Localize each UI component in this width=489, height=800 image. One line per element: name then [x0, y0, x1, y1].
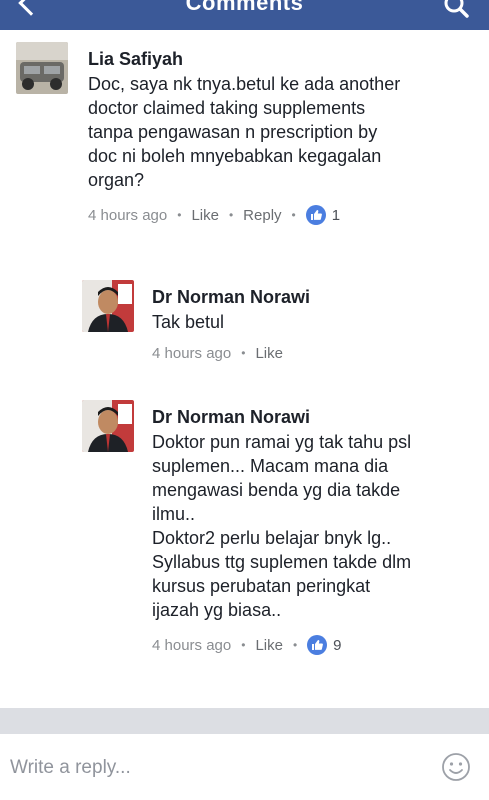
comment-text: Doktor pun ramai yg tak tahu psl supleme…	[152, 432, 412, 620]
comment-text: Tak betul	[152, 312, 225, 332]
thumbs-up-icon[interactable]	[305, 205, 326, 225]
reaction-count[interactable]: 9	[333, 637, 341, 654]
reply-button[interactable]: Reply	[243, 207, 281, 224]
like-button[interactable]: Like	[255, 345, 283, 362]
reply-composer	[0, 734, 489, 800]
comment-meta: 4 hours ago • Like • 9	[152, 635, 342, 655]
header-bar: Comments	[0, 0, 489, 30]
section-divider	[0, 708, 489, 734]
comment-author[interactable]: Dr Norman Norawi	[152, 406, 472, 428]
comment-timestamp: 4 hours ago	[152, 636, 232, 654]
comment-lia-safiyah: Lia Safiyah Doc, saya nk tnya.betul ke a…	[16, 42, 476, 242]
search-icon[interactable]	[443, 0, 469, 18]
thumbs-up-icon[interactable]	[307, 635, 328, 655]
comment-timestamp: 4 hours ago	[152, 344, 232, 362]
comment-text: Doc, saya nk tnya.betul ke ada another d…	[88, 74, 401, 190]
avatar[interactable]	[16, 42, 68, 94]
comment-meta: 4 hours ago • Like	[152, 344, 283, 362]
like-button[interactable]: Like	[191, 207, 219, 224]
emoji-smile-icon[interactable]	[441, 752, 471, 782]
reply-dr-norman-2: Dr Norman Norawi Doktor pun ramai yg tak…	[82, 400, 477, 700]
avatar[interactable]	[82, 280, 134, 332]
comment-meta: 4 hours ago • Like • Reply • 1	[88, 205, 341, 225]
avatar[interactable]	[82, 400, 134, 452]
comment-author[interactable]: Lia Safiyah	[88, 48, 473, 70]
reaction-count[interactable]: 1	[332, 207, 340, 224]
comment-timestamp: 4 hours ago	[88, 206, 168, 224]
reply-input[interactable]	[10, 754, 410, 782]
comment-author[interactable]: Dr Norman Norawi	[152, 286, 462, 308]
like-button[interactable]: Like	[255, 637, 283, 654]
reply-dr-norman-1: Dr Norman Norawi Tak betul 4 hours ago •…	[82, 280, 472, 370]
page-title: Comments	[185, 0, 304, 15]
